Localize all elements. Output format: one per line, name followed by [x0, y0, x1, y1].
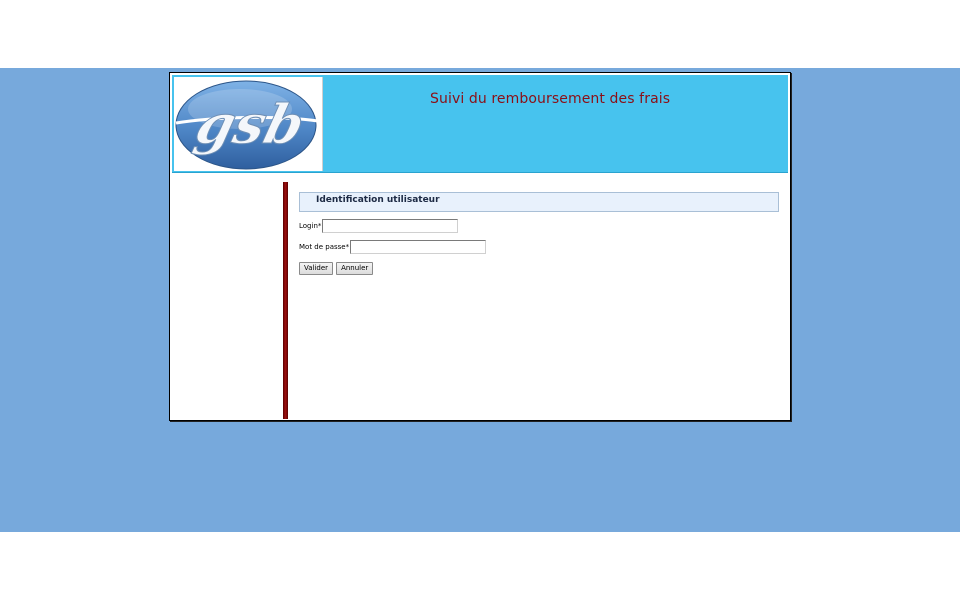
header-banner: gsb Suivi du remboursement des frais: [172, 75, 788, 173]
main-frame: gsb Suivi du remboursement des frais Ide…: [169, 72, 791, 421]
password-input[interactable]: [350, 240, 487, 254]
app-title: Suivi du remboursement des frais: [430, 91, 671, 107]
login-input[interactable]: [322, 219, 459, 233]
cancel-button[interactable]: Annuler: [336, 262, 374, 275]
sidebar: [172, 183, 282, 418]
password-label: Mot de passe*: [299, 243, 350, 251]
login-row: Login*: [299, 219, 459, 233]
login-panel: Identification utilisateur Login* Mot de…: [299, 192, 780, 412]
gsb-logo-text: gsb: [189, 93, 311, 156]
login-label: Login*: [299, 222, 322, 230]
gsb-logo: gsb: [174, 77, 323, 171]
sidebar-divider: [283, 182, 288, 419]
form-buttons: Valider Annuler: [299, 262, 374, 275]
section-heading: Identification utilisateur: [299, 192, 779, 212]
gsb-logo-image: gsb: [175, 80, 319, 170]
password-row: Mot de passe*: [299, 240, 487, 254]
submit-button[interactable]: Valider: [299, 262, 334, 275]
